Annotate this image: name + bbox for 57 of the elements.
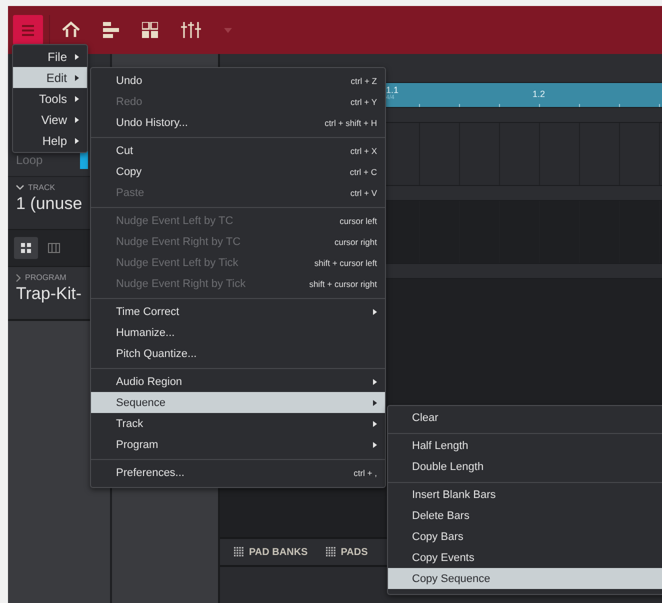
loop-toggle[interactable]: [80, 151, 88, 169]
menu-item[interactable]: Pitch Quantize...: [91, 343, 385, 364]
menu-item[interactable]: Edit: [13, 67, 87, 88]
grid-view-button[interactable]: [14, 237, 38, 259]
menu-item[interactable]: Cut ctrl + X: [91, 140, 385, 161]
menu-item[interactable]: Copy Events: [388, 547, 662, 568]
pad-grid-icon: [326, 547, 336, 557]
grid-icon[interactable]: [142, 22, 158, 38]
hamburger-icon: [22, 24, 34, 36]
menu-item[interactable]: Undo History... ctrl + shift + H: [91, 112, 385, 133]
shortcut-label: cursor left: [340, 216, 377, 226]
menu-item[interactable]: Program: [91, 434, 385, 455]
menu-item[interactable]: File: [13, 46, 87, 67]
shortcut-label: ctrl + X: [350, 146, 377, 156]
shortcut-label: ctrl + C: [350, 166, 377, 176]
menu-item[interactable]: Clear: [388, 407, 662, 428]
menu-item[interactable]: Audio Region: [91, 371, 385, 392]
track-label: TRACK: [28, 183, 56, 192]
mixer-icon[interactable]: [181, 22, 201, 38]
arrange-icon[interactable]: [103, 22, 119, 38]
menu-item[interactable]: Insert Blank Bars: [388, 484, 662, 505]
menu-item[interactable]: Tools: [13, 88, 87, 109]
program-label: PROGRAM: [25, 273, 66, 282]
grid-icon: [21, 243, 31, 253]
menu-item[interactable]: Copy ctrl + C: [91, 161, 385, 182]
chevron-right-icon[interactable]: [16, 274, 21, 282]
menu-item[interactable]: Delete Bars: [388, 505, 662, 526]
menu-item[interactable]: Copy Bars: [388, 526, 662, 547]
shortcut-label: ctrl + Y: [350, 96, 377, 106]
shortcut-label: shift + cursor left: [314, 258, 377, 268]
menu-item[interactable]: View: [13, 109, 87, 130]
shortcut-label: cursor right: [334, 236, 377, 246]
track-name: 1 (unuse: [16, 194, 84, 214]
menu-item[interactable]: Help: [13, 130, 87, 151]
menu-item[interactable]: Sequence: [91, 392, 385, 413]
pad-grid-icon: [234, 547, 244, 557]
bar-number: 1.1: [386, 86, 399, 95]
menu-item[interactable]: Double Length: [388, 456, 662, 477]
pad-tab[interactable]: PAD BANKS: [234, 546, 308, 558]
loop-label: Loop: [16, 153, 43, 167]
shortcut-label: ctrl + Z: [350, 76, 377, 86]
menu-item[interactable]: Copy Sequence: [388, 568, 662, 589]
program-name: Trap-Kit-: [16, 284, 82, 304]
beat-number: 1.2: [532, 88, 546, 99]
keyboard-icon: [48, 243, 60, 253]
shortcut-label: ctrl + ,: [354, 468, 377, 478]
shortcut-label: ctrl + V: [350, 188, 377, 198]
menu-item[interactable]: Time Correct: [91, 301, 385, 322]
pad-tab[interactable]: PADS: [326, 546, 368, 558]
menu-item[interactable]: Preferences... ctrl + ,: [91, 462, 385, 483]
home-icon[interactable]: [62, 21, 80, 39]
menu-item[interactable]: Half Length: [388, 435, 662, 456]
menu-item[interactable]: Track: [91, 413, 385, 434]
chevron-down-icon[interactable]: [16, 185, 24, 190]
shortcut-label: ctrl + shift + H: [324, 118, 377, 128]
shortcut-label: shift + cursor right: [309, 278, 377, 288]
menu-item[interactable]: Humanize...: [91, 322, 385, 343]
